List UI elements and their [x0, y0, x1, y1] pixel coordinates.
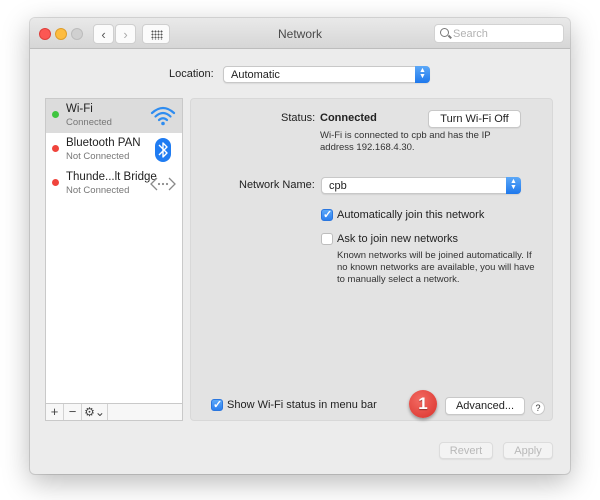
location-select[interactable]: Automatic ▲ ▼	[223, 66, 430, 83]
network-preferences-window: ‹ › Network Location: Automatic ▲▼ Wi-Fi…	[30, 18, 570, 474]
ask-join-note-line: Known networks will be joined automatica…	[337, 250, 532, 261]
service-status: Not Connected	[66, 185, 130, 196]
help-button[interactable]: ?	[531, 401, 545, 415]
minus-icon: −	[68, 404, 77, 419]
advanced-button[interactable]: Advanced...	[445, 397, 525, 415]
service-name: Thunde...lt Bridge	[66, 171, 157, 183]
service-item-wifi[interactable]: Wi-Fi Connected	[46, 99, 182, 133]
step-number-badge: 1	[409, 390, 437, 418]
status-label: Status:	[281, 112, 316, 124]
show-wifi-status-checkbox[interactable]	[211, 398, 223, 411]
apply-button[interactable]: Apply	[503, 442, 553, 459]
updown-chevron-icon: ▲ ▼	[415, 66, 430, 83]
service-item-bluetooth-pan[interactable]: Bluetooth PAN Not Connected	[46, 133, 182, 167]
bluetooth-icon	[155, 138, 171, 162]
service-actions-menu-button[interactable]: ⚙︎⌄	[82, 404, 108, 420]
service-list-toolbar: + − ⚙︎⌄	[45, 403, 183, 421]
question-mark-icon: ?	[535, 403, 541, 413]
status-description: Wi-Fi is connected to cpb and has the IP…	[320, 130, 491, 154]
updown-chevron-icon: ▲ ▼	[506, 177, 521, 194]
turn-wifi-off-button[interactable]: Turn Wi-Fi Off	[428, 110, 521, 128]
ask-join-note-line: to manually select a network.	[337, 274, 460, 285]
remove-service-button[interactable]: −	[64, 404, 82, 420]
location-label: Location:	[169, 68, 214, 80]
ask-join-note: Known networks will be joined automatica…	[337, 250, 535, 286]
network-name-select[interactable]: cpb ▲ ▼	[321, 177, 521, 194]
network-name-value: cpb	[329, 180, 347, 192]
search-input[interactable]	[453, 26, 558, 41]
status-value: Connected	[320, 112, 377, 124]
title-bar: ‹ › Network	[30, 18, 570, 49]
add-service-button[interactable]: +	[46, 404, 64, 420]
search-field[interactable]	[434, 24, 564, 43]
thunderbolt-bridge-icon	[150, 177, 176, 191]
auto-join-checkbox[interactable]	[321, 208, 333, 221]
service-item-thunderbolt-bridge[interactable]: Thunde...lt Bridge Not Connected	[46, 167, 182, 201]
status-dot	[52, 145, 59, 152]
status-dot	[52, 179, 59, 186]
gear-icon: ⚙︎⌄	[84, 405, 105, 419]
location-value: Automatic	[231, 69, 280, 81]
plus-icon: +	[50, 404, 59, 419]
service-detail-panel: Status: Connected Turn Wi-Fi Off Wi-Fi i…	[190, 98, 553, 421]
network-service-list: Wi-Fi Connected Bluetooth PAN Not Connec…	[45, 98, 183, 420]
show-wifi-status-label: Show Wi-Fi status in menu bar	[227, 399, 377, 411]
network-name-label: Network Name:	[239, 179, 315, 191]
service-name: Wi-Fi	[66, 103, 93, 115]
ask-join-checkbox[interactable]	[321, 233, 333, 245]
auto-join-label: Automatically join this network	[337, 209, 485, 221]
status-description-line: Wi-Fi is connected to cpb and has the IP	[320, 130, 491, 141]
ask-join-label: Ask to join new networks	[337, 233, 459, 245]
service-status: Connected	[66, 117, 112, 128]
search-icon	[440, 28, 449, 37]
status-description-line: address 192.168.4.30.	[320, 142, 415, 153]
status-dot	[52, 111, 59, 118]
revert-button[interactable]: Revert	[439, 442, 493, 459]
ask-join-note-line: no known networks are available, you wil…	[337, 262, 535, 273]
wifi-icon	[150, 106, 176, 126]
service-name: Bluetooth PAN	[66, 137, 141, 149]
service-status: Not Connected	[66, 151, 130, 162]
